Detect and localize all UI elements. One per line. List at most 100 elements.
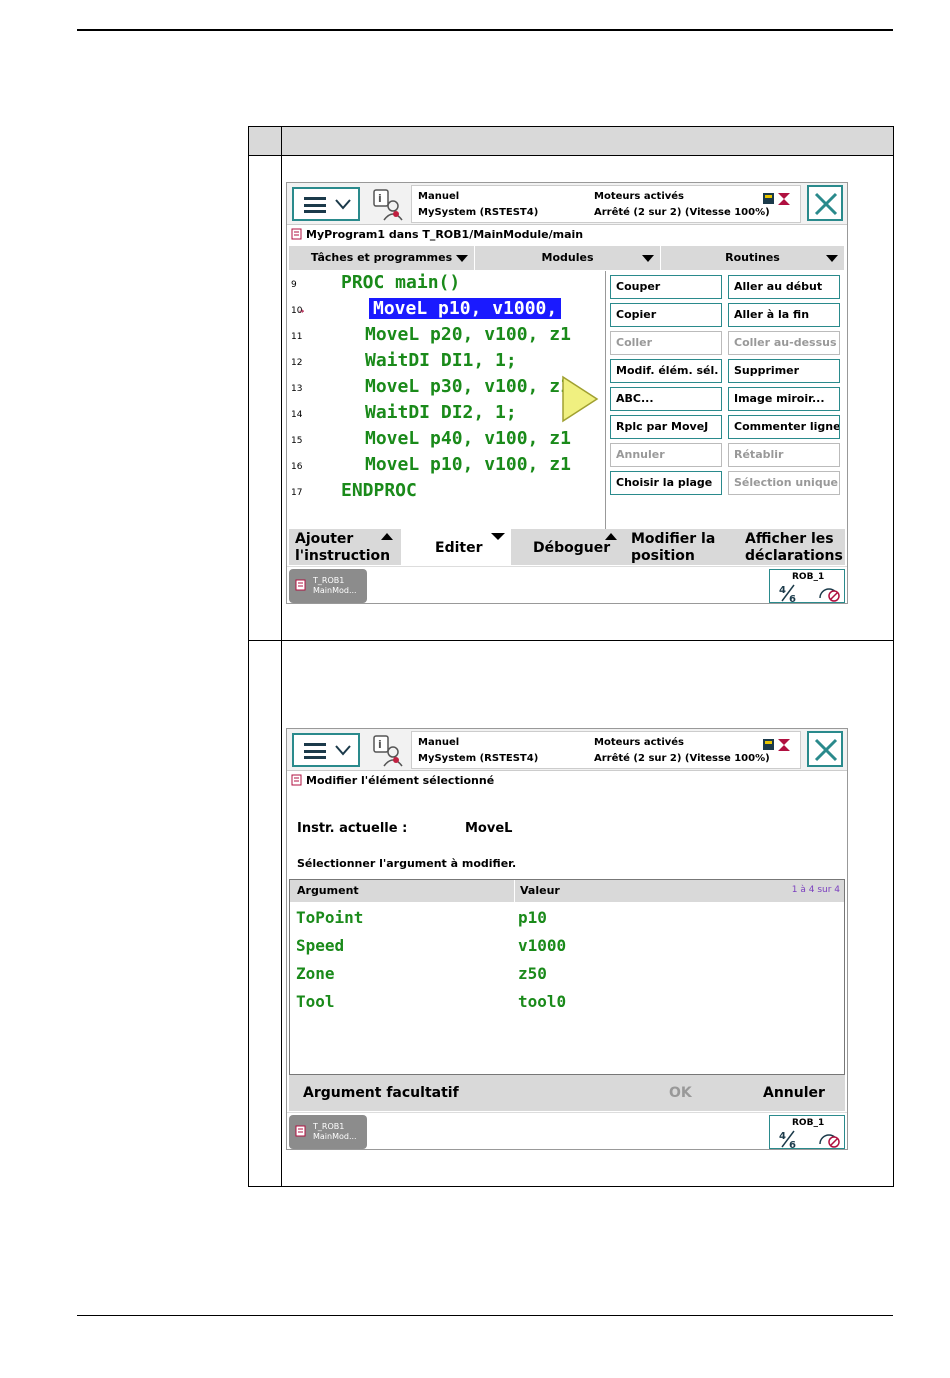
touch-pointer-icon [562, 375, 599, 423]
close-icon [814, 738, 838, 762]
program-icon [295, 1125, 306, 1137]
show-declarations-label-2: déclarations [745, 548, 843, 564]
undo-button[interactable]: Annuler [610, 443, 722, 467]
code-text: PROC main() [341, 272, 461, 293]
event-log-icon[interactable]: i [372, 188, 406, 222]
table-row[interactable]: Zone z50 [290, 960, 844, 988]
quickset-button[interactable]: ROB_1 46 [769, 1115, 845, 1149]
code-editor[interactable]: 9 PROC main() 10 ➔ MoveL p10, v1000, 11 … [289, 271, 605, 527]
code-line[interactable]: 12 WaitDI DI1, 1; [289, 349, 605, 375]
argument-name: Speed [296, 936, 345, 955]
abc-button[interactable]: ABC... [610, 387, 722, 411]
show-declarations-button[interactable]: Afficher les déclarations [737, 529, 845, 565]
program-icon [291, 774, 302, 786]
ok-button[interactable]: OK [669, 1085, 692, 1101]
code-text: ENDPROC [341, 480, 417, 501]
dropdown-icon [456, 255, 468, 262]
code-line[interactable]: 11 MoveL p20, v100, z1 [289, 323, 605, 349]
top-bar: i Manuel MySystem (RSTEST4) Moteurs acti… [287, 183, 847, 225]
program-title: MyProgram1 dans T_ROB1/MainModule/main [306, 228, 584, 241]
modify-position-button[interactable]: Modifier la position [625, 529, 735, 565]
row-divider [249, 640, 893, 641]
arrow-up-icon [605, 533, 617, 540]
code-line[interactable]: 13 MoveL p30, v100, z1 [289, 375, 605, 401]
tab-routines[interactable]: Routines [661, 246, 845, 270]
single-selection-button[interactable]: Sélection unique [728, 471, 840, 495]
cancel-button[interactable]: Annuler [763, 1085, 825, 1101]
copy-button[interactable]: Copier [610, 303, 722, 327]
svg-text:4: 4 [779, 585, 786, 596]
argument-name: ToPoint [296, 908, 364, 927]
redo-button[interactable]: Rétablir [728, 443, 840, 467]
tab-tasks-programs[interactable]: Tâches et programmes [289, 246, 475, 270]
argument-value: p10 [518, 908, 547, 927]
argument-value: z50 [518, 964, 547, 983]
edit-button[interactable]: Editer [401, 529, 511, 565]
code-text: MoveL p30, v100, z1 [365, 376, 571, 397]
tab-modules[interactable]: Modules [475, 246, 661, 270]
argument-table: Argument Valeur 1 à 4 sur 4 ToPoint p10 … [289, 879, 845, 1075]
cut-button[interactable]: Couper [610, 275, 722, 299]
code-line[interactable]: 17 ENDPROC [289, 479, 605, 505]
increment-icon: 46 [779, 584, 796, 603]
code-line[interactable]: 9 PROC main() [289, 271, 605, 297]
close-button[interactable] [807, 185, 843, 221]
debug-button[interactable]: Déboguer [515, 529, 623, 565]
comment-line-button[interactable]: Commenter ligne [728, 415, 840, 439]
line-number: 11 [291, 332, 303, 342]
goto-end-button[interactable]: Aller à la fin [728, 303, 840, 327]
optional-argument-button[interactable]: Argument facultatif [303, 1085, 459, 1101]
task-program-button[interactable]: T_ROB1 MainMod... [289, 1115, 367, 1149]
code-line-selected[interactable]: 10 ➔ MoveL p10, v1000, [289, 297, 605, 323]
line-number: 12 [291, 358, 303, 368]
speed-icon [819, 588, 840, 602]
current-instruction-label: Instr. actuelle : [297, 821, 408, 836]
line-number: 15 [291, 436, 303, 446]
program-pointer-icon: ➔ [299, 307, 305, 317]
mirror-image-button[interactable]: Image miroir... [728, 387, 840, 411]
code-text: WaitDI DI1, 1; [365, 350, 517, 371]
event-log-icon[interactable]: i [372, 734, 406, 768]
paste-above-button[interactable]: Coller au-dessus [728, 331, 840, 355]
table-row[interactable]: Speed v1000 [290, 932, 844, 960]
argument-table-header: Argument Valeur 1 à 4 sur 4 [290, 880, 844, 902]
status-motors: Moteurs activés [594, 737, 685, 748]
task-program-button[interactable]: T_ROB1 MainMod... [289, 569, 367, 603]
program-icon [295, 579, 306, 591]
status-system: MySystem (RSTEST4) [418, 207, 539, 218]
code-text: MoveL p10, v100, z1 [365, 454, 571, 475]
goto-start-button[interactable]: Aller au début [728, 275, 840, 299]
table-row[interactable]: Tool tool0 [290, 988, 844, 1016]
modify-selected-button[interactable]: Modif. élém. sél. [610, 359, 722, 383]
code-line[interactable]: 16 MoveL p10, v100, z1 [289, 453, 605, 479]
tab-label: Routines [725, 251, 780, 264]
quickset-button[interactable]: ROB_1 46 [769, 569, 845, 603]
top-bar: i Manuel MySystem (RSTEST4) Moteurs acti… [287, 729, 847, 771]
tab-label: Tâches et programmes [310, 251, 453, 264]
status-system: MySystem (RSTEST4) [418, 753, 539, 764]
replace-movej-button[interactable]: Rplc par MoveJ [610, 415, 722, 439]
status-mode: Manuel [418, 191, 460, 202]
edit-label: Editer [435, 540, 483, 556]
code-line[interactable]: 15 MoveL p40, v100, z1 [289, 427, 605, 453]
add-instruction-button[interactable]: Ajouter l'instruction [289, 529, 401, 565]
main-menu-button[interactable] [292, 733, 360, 767]
choose-range-button[interactable]: Choisir la plage [610, 471, 722, 495]
code-line[interactable]: 14 WaitDI DI2, 1; [289, 401, 605, 427]
svg-text:i: i [378, 192, 382, 205]
row-range: 1 à 4 sur 4 [791, 885, 840, 895]
edit-popup-menu: Couper Aller au début Copier Aller à la … [605, 271, 847, 529]
status-state: Arrêté (2 sur 2) (Vitesse 100%) [594, 207, 770, 218]
paste-button[interactable]: Coller [610, 331, 722, 355]
delete-button[interactable]: Supprimer [728, 359, 840, 383]
status-panel: Manuel MySystem (RSTEST4) Moteurs activé… [411, 185, 801, 223]
add-instruction-label-2: l'instruction [295, 548, 391, 564]
main-menu-button[interactable] [292, 187, 360, 221]
program-icon [291, 228, 302, 240]
modify-bottom-bar: Argument facultatif OK Annuler [289, 1075, 845, 1111]
table-row[interactable]: ToPoint p10 [290, 904, 844, 932]
arrow-down-icon [491, 533, 505, 540]
line-number: 17 [291, 488, 303, 498]
code-text: MoveL p10, v1000, [369, 298, 562, 319]
close-button[interactable] [807, 731, 843, 767]
